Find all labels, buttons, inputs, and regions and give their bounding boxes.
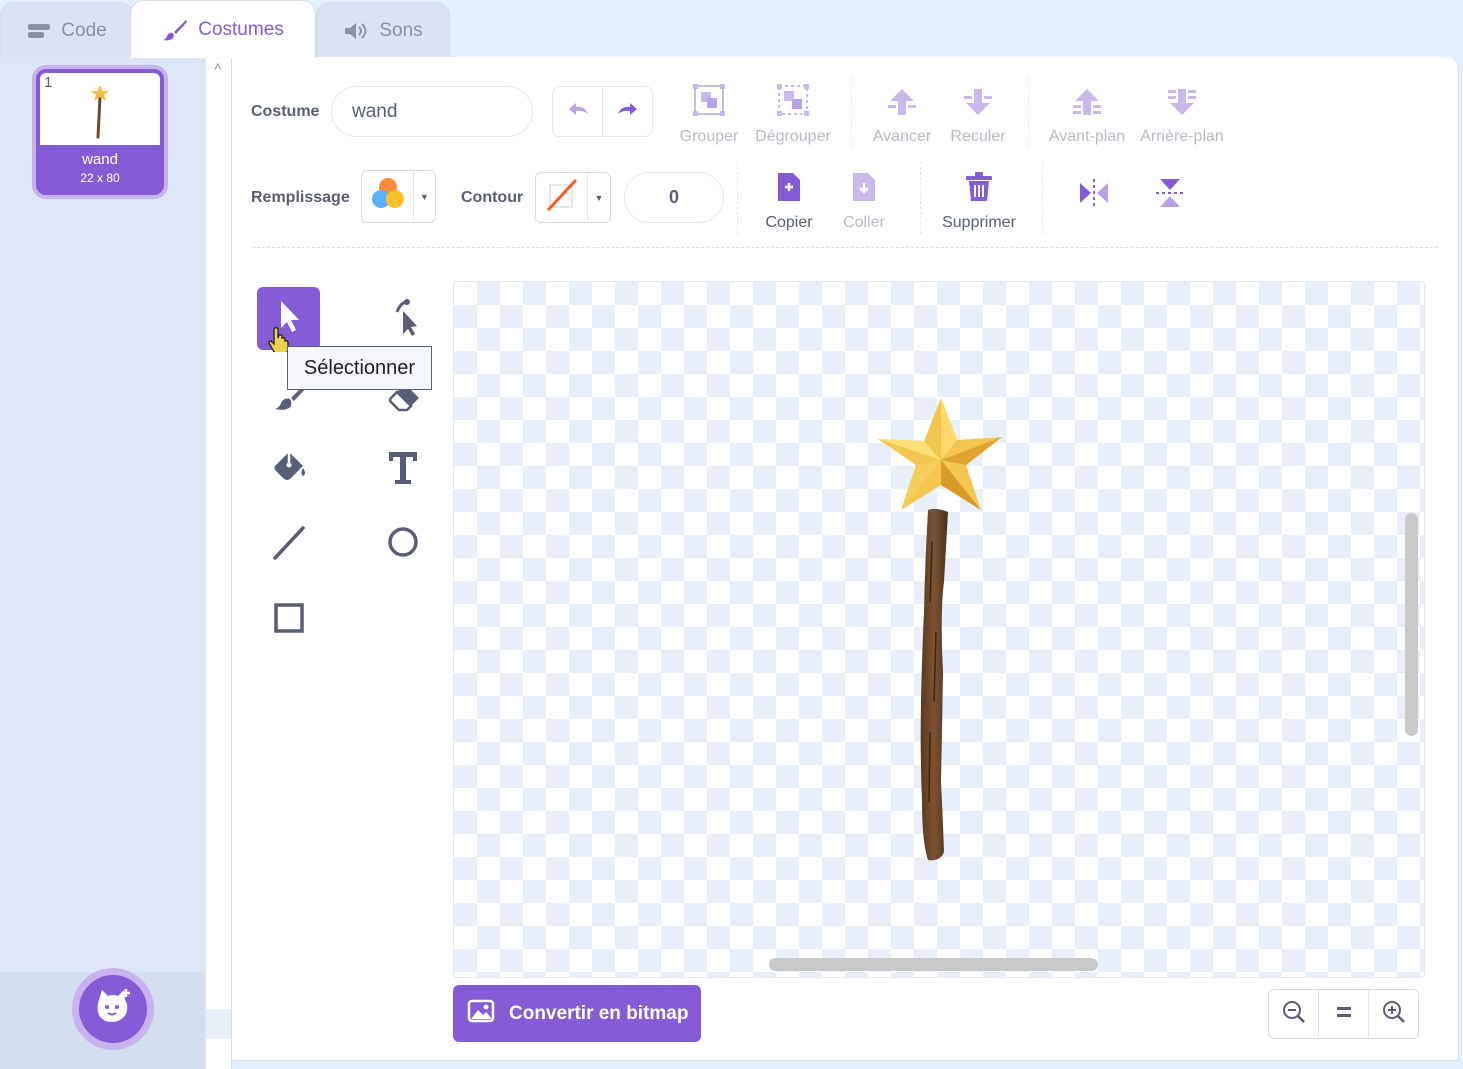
- drawing-canvas[interactable]: [453, 281, 1425, 978]
- costume-name-label: Costume: [251, 103, 320, 120]
- send-to-back-icon: [1165, 87, 1199, 122]
- zoom-controls: [1268, 989, 1419, 1039]
- editor-tabs: Code Sons Costumes: [0, 0, 1463, 58]
- redo-icon: [615, 100, 641, 123]
- paintbrush-icon: [162, 19, 188, 41]
- redo-button[interactable]: [602, 87, 652, 136]
- zoom-in-icon: [1381, 999, 1407, 1030]
- paint-bucket-icon: [269, 446, 309, 491]
- delete-button[interactable]: Supprimer: [937, 168, 1021, 232]
- ungroup-button[interactable]: Dégrouper: [753, 82, 833, 146]
- fill-color-picker[interactable]: ▼: [361, 170, 436, 223]
- costume-name-input[interactable]: wand: [331, 86, 533, 137]
- tab-costumes-label: Costumes: [198, 18, 284, 40]
- speaker-icon: [343, 22, 369, 40]
- outline-dropdown-icon[interactable]: ▼: [588, 173, 610, 222]
- flip-horizontal-icon: [1077, 179, 1111, 214]
- bring-to-front-button[interactable]: Avant-plan: [1045, 82, 1129, 146]
- outline-color-picker[interactable]: ▼: [535, 172, 611, 223]
- tab-costumes[interactable]: Costumes: [130, 0, 316, 58]
- reshape-icon: [383, 296, 423, 341]
- text-t-icon: [383, 446, 423, 491]
- arrow-up-icon: [885, 87, 919, 122]
- costume-item[interactable]: 1 wand 22 x 80: [32, 65, 168, 199]
- fill-dropdown-icon[interactable]: ▼: [414, 171, 435, 222]
- outline-width-input[interactable]: 0: [624, 172, 724, 223]
- copy-icon: [774, 171, 804, 208]
- trash-icon: [964, 171, 994, 208]
- line-tool[interactable]: [257, 513, 320, 576]
- backward-button[interactable]: Reculer: [947, 82, 1009, 146]
- no-outline-icon: [543, 176, 581, 219]
- costume-list: [0, 57, 205, 1069]
- code-icon: [27, 22, 51, 40]
- fill-label: Remplissage: [251, 189, 350, 206]
- copy-button[interactable]: Copier: [759, 168, 819, 232]
- rectangle-tool[interactable]: [257, 589, 320, 652]
- undo-icon: [565, 100, 591, 123]
- costume-thumbnail: [40, 73, 160, 145]
- equals-icon: [1334, 1005, 1354, 1024]
- add-costume-button[interactable]: [72, 968, 154, 1050]
- forward-button[interactable]: Avancer: [869, 82, 935, 146]
- paste-icon: [849, 171, 879, 208]
- cat-plus-icon: [93, 988, 133, 1031]
- tab-code-label: Code: [61, 19, 107, 41]
- zoom-in-button[interactable]: [1368, 990, 1418, 1038]
- costume-list-scrollbar[interactable]: ˄: [205, 57, 232, 1069]
- fill-tool[interactable]: [257, 437, 320, 500]
- convert-to-bitmap-button[interactable]: Convertir en bitmap: [453, 985, 701, 1042]
- flip-vertical-icon: [1153, 179, 1187, 214]
- costume-size: 22 x 80: [80, 171, 120, 185]
- text-tool[interactable]: [371, 437, 434, 500]
- costume-number: 1: [44, 74, 53, 91]
- undo-button[interactable]: [553, 87, 602, 136]
- multicolor-fill-icon: [369, 175, 407, 218]
- zoom-reset-button[interactable]: [1318, 990, 1368, 1038]
- group-icon: [692, 83, 726, 122]
- wand-drawing[interactable]: [454, 282, 1425, 978]
- group-button[interactable]: Grouper: [677, 82, 741, 146]
- canvas-vertical-scrollbar[interactable]: [1405, 513, 1418, 736]
- tool-tooltip: Sélectionner: [287, 346, 432, 390]
- bring-to-front-icon: [1070, 87, 1104, 122]
- zoom-out-button[interactable]: [1269, 990, 1318, 1038]
- tab-sons[interactable]: Sons: [316, 2, 450, 58]
- image-icon: [467, 999, 495, 1029]
- send-to-back-button[interactable]: Arrière-plan: [1137, 82, 1227, 146]
- canvas-horizontal-scrollbar[interactable]: [769, 958, 1098, 971]
- circle-icon: [383, 522, 423, 567]
- zoom-out-icon: [1281, 999, 1307, 1030]
- rectangle-icon: [269, 598, 309, 643]
- arrow-down-icon: [961, 87, 995, 122]
- flip-vertical-button[interactable]: [1149, 176, 1191, 220]
- circle-tool[interactable]: [371, 513, 434, 576]
- paste-button[interactable]: Coller: [836, 168, 892, 232]
- flip-horizontal-button[interactable]: [1073, 176, 1115, 220]
- outline-label: Contour: [461, 189, 524, 206]
- undo-redo-group: [552, 86, 653, 137]
- tab-sons-label: Sons: [379, 19, 423, 41]
- line-icon: [269, 522, 309, 567]
- convert-button-label: Convertir en bitmap: [509, 1002, 689, 1024]
- scroll-up-icon[interactable]: ˄: [214, 59, 222, 74]
- ungroup-icon: [776, 83, 810, 122]
- reshape-tool[interactable]: [371, 287, 434, 350]
- tab-code[interactable]: Code: [0, 2, 134, 58]
- costume-name: wand: [82, 151, 118, 168]
